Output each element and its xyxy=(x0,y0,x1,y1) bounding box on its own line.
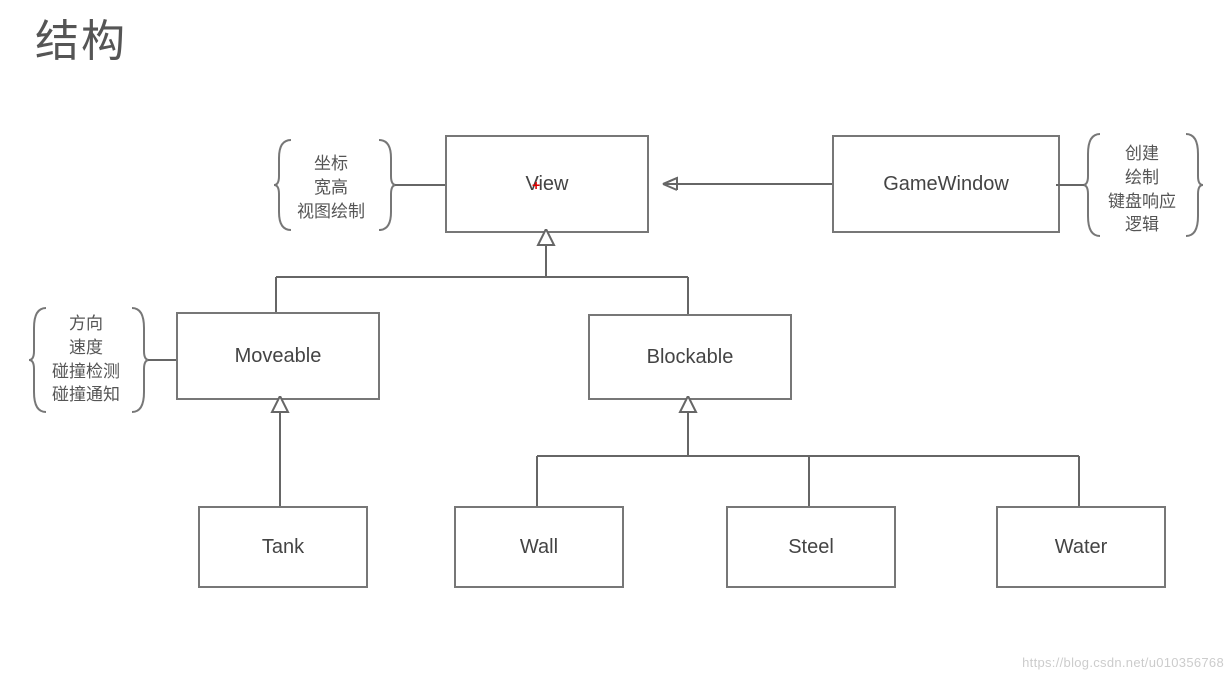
node-blockable-label: Blockable xyxy=(647,346,734,369)
edge-moveable-blockable-to-view xyxy=(270,229,700,319)
node-view: + View xyxy=(445,135,649,233)
connector-mvnote-to-mv xyxy=(148,355,178,365)
note-gamewindow: 创建 绘制 键盘响应 逻辑 xyxy=(1108,142,1176,237)
brace-left-mv xyxy=(28,304,50,416)
red-marker-icon: + xyxy=(532,177,540,193)
note-view: 坐标 宽高 视图绘制 xyxy=(297,152,365,223)
watermark: https://blog.csdn.net/u010356768 xyxy=(1022,655,1224,670)
node-tank: Tank xyxy=(198,506,368,588)
node-wall: Wall xyxy=(454,506,624,588)
brace-right-mv xyxy=(128,304,150,416)
node-tank-label: Tank xyxy=(262,536,304,559)
node-gamewindow-label: GameWindow xyxy=(883,173,1009,196)
edge-tank-to-moveable xyxy=(268,396,292,508)
diagram-title: 结构 xyxy=(35,5,127,69)
node-gamewindow: GameWindow xyxy=(832,135,1060,233)
connector-viewnote-to-view xyxy=(395,180,447,190)
node-water: Water xyxy=(996,506,1166,588)
edge-gamewindow-to-view xyxy=(645,176,835,196)
edge-leafs-to-blockable xyxy=(530,396,1090,508)
node-blockable: Blockable xyxy=(588,314,792,400)
note-moveable: 方向 速度 碰撞检测 碰撞通知 xyxy=(52,312,120,407)
brace-right-gw xyxy=(1182,130,1204,240)
node-steel-label: Steel xyxy=(788,536,834,559)
node-wall-label: Wall xyxy=(520,536,558,559)
node-moveable-label: Moveable xyxy=(235,345,322,368)
node-water-label: Water xyxy=(1055,536,1108,559)
connector-gwnote-to-gw xyxy=(1056,180,1084,190)
node-steel: Steel xyxy=(726,506,896,588)
node-moveable: Moveable xyxy=(176,312,380,400)
brace-left-gw xyxy=(1082,130,1104,240)
brace-left-view xyxy=(273,136,295,234)
brace-right-view xyxy=(375,136,397,234)
